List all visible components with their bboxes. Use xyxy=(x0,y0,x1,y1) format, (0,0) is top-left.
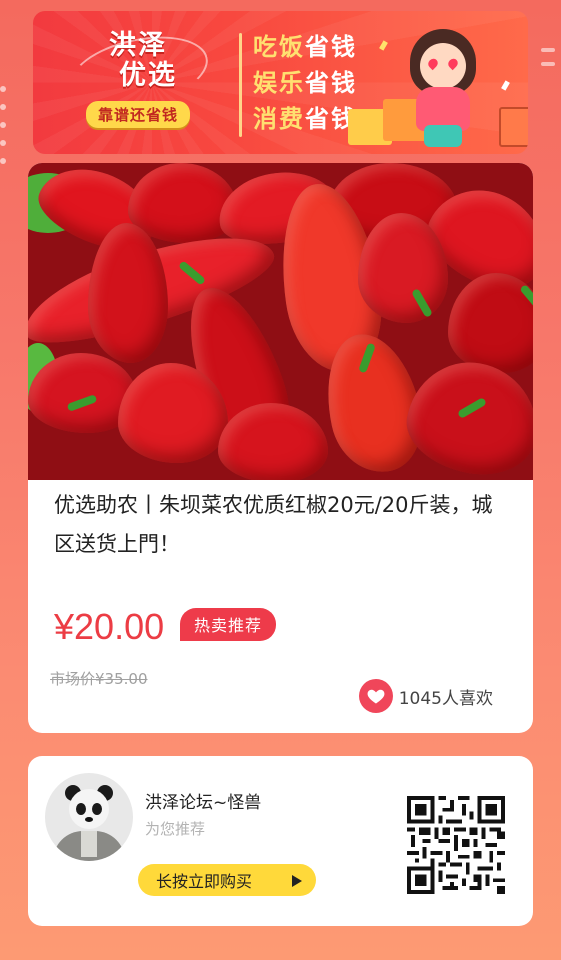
play-triangle-icon xyxy=(292,875,302,887)
qr-code[interactable] xyxy=(407,796,505,894)
product-price: ¥20.00 xyxy=(54,606,165,647)
heart-icon[interactable] xyxy=(358,679,393,713)
likes-indicator[interactable]: 1045人喜欢 xyxy=(358,679,493,713)
like-count: 1045人喜欢 xyxy=(398,688,493,709)
slogan-3: 消费省钱 xyxy=(253,105,357,133)
slogan-1: 吃饭省钱 xyxy=(253,33,357,61)
shopping-bag-illustration xyxy=(499,107,528,147)
banner-divider xyxy=(239,33,242,137)
product-title[interactable]: 优选助农丨朱坝菜农优质红椒20元/20斤装，城区送货上門！ xyxy=(54,486,504,564)
product-card[interactable]: 优选助农丨朱坝菜农优质红椒20元/20斤装，城区送货上門！ ¥20.00 热卖推… xyxy=(28,163,533,733)
promo-banner[interactable]: 洪泽 优选 靠谱还省钱 吃饭省钱 娱乐省钱 消费省钱 xyxy=(33,11,528,154)
author-name: 洪泽论坛~怪兽 xyxy=(145,793,262,813)
brand-logo: 洪泽 优选 靠谱还省钱 xyxy=(63,25,215,128)
recommend-label: 为您推荐 xyxy=(145,820,206,838)
product-photo-red-peppers[interactable] xyxy=(28,163,533,480)
buy-now-label: 长按立即购买 xyxy=(156,872,253,891)
shopper-girl-illustration xyxy=(398,21,488,149)
banner-slogans: 吃饭省钱 娱乐省钱 消费省钱 xyxy=(253,29,357,137)
decor-bars xyxy=(541,48,555,76)
slogan-2: 娱乐省钱 xyxy=(253,69,357,97)
hot-sale-badge: 热卖推荐 xyxy=(180,608,277,641)
buy-now-button[interactable]: 长按立即购买 xyxy=(138,864,316,896)
share-card[interactable]: 洪泽论坛~怪兽 为您推荐 长按立即购买 xyxy=(28,756,533,926)
decor-dots xyxy=(0,86,12,176)
avatar[interactable] xyxy=(45,773,133,861)
market-price: 市场价¥35.00 xyxy=(50,670,148,688)
